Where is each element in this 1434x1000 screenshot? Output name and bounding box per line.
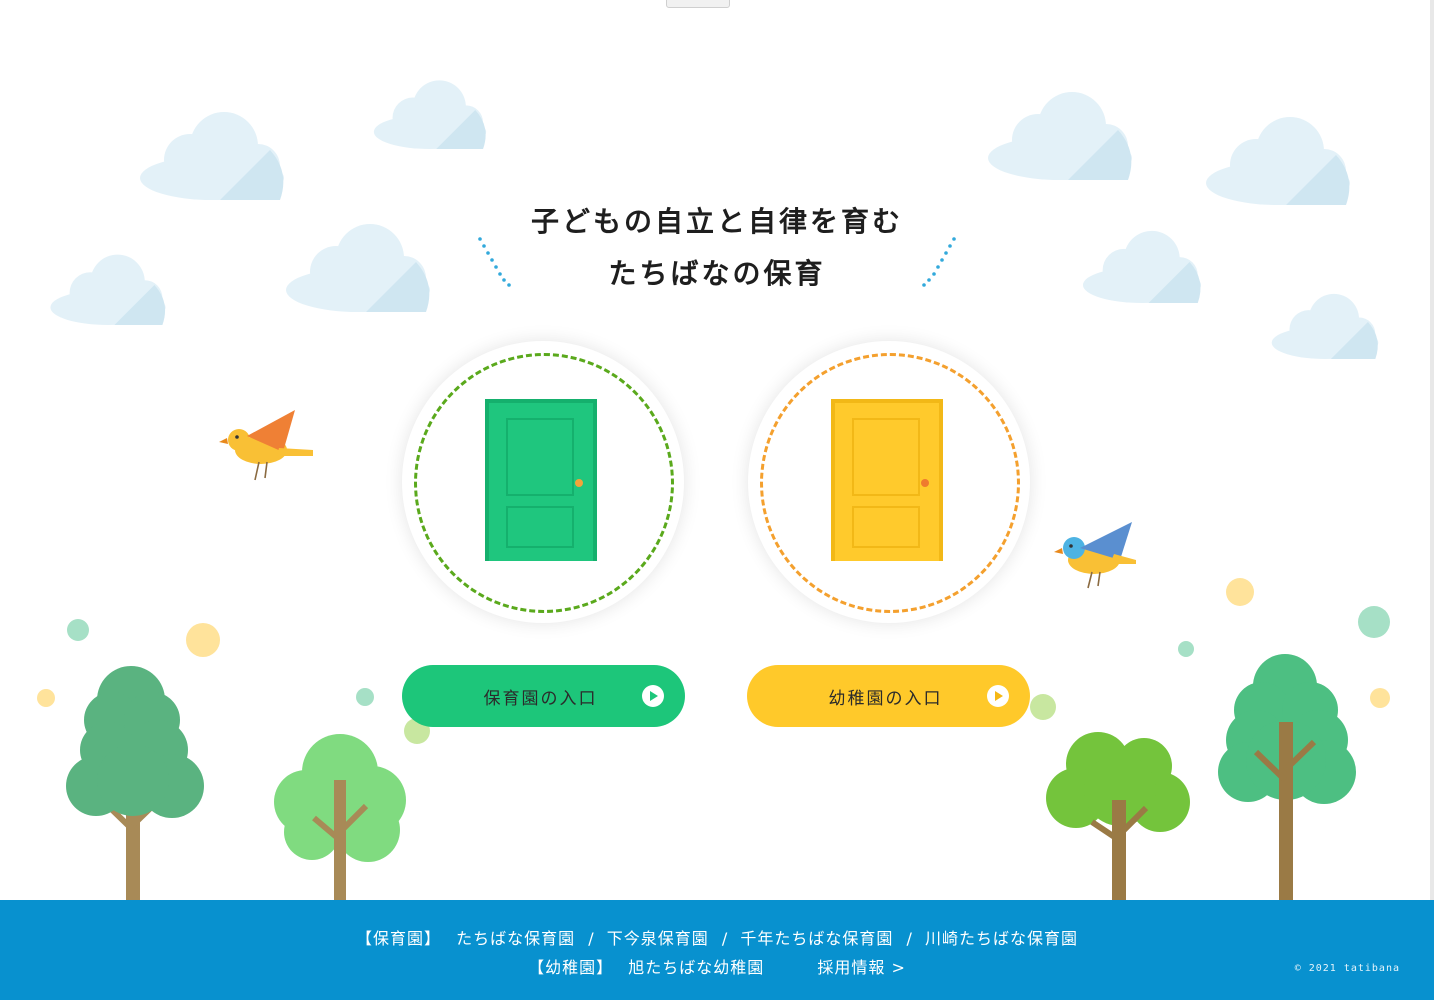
cloud-icon	[1082, 230, 1202, 303]
green-door-icon	[485, 399, 597, 561]
cloud-icon	[373, 80, 487, 149]
hero-scene: 子どもの自立と自律を育む たちばなの保育 保育園の入口 幼稚園の入口	[0, 0, 1434, 900]
cloud-icon	[1271, 293, 1379, 359]
footer-separator: /	[588, 929, 594, 948]
footer-link-sennen-nursery[interactable]: 千年たちばな保育園	[740, 929, 893, 948]
footer-kindergarten-row: 【幼稚園】 旭たちばな幼稚園 採用情報 >	[0, 954, 1434, 978]
play-circle-icon	[987, 685, 1009, 707]
footer-nursery-row: 【保育園】 たちばな保育園 / 下今泉保育園 / 千年たちばな保育園 / 川崎た…	[0, 925, 1434, 949]
play-circle-icon	[642, 685, 664, 707]
orange-bird-icon	[219, 410, 313, 481]
footer-separator: /	[721, 929, 728, 948]
cloud-icon	[988, 92, 1132, 180]
footer-link-kawasaki-nursery[interactable]: 川崎たちばな保育園	[925, 929, 1078, 948]
footer-link-asahi-kindergarten[interactable]: 旭たちばな幼稚園	[628, 958, 764, 977]
hero-title-line2: たちばなの保育	[608, 257, 826, 290]
hero-title: 子どもの自立と自律を育む たちばなの保育	[470, 196, 964, 300]
footer-kindergarten-category: 【幼稚園】	[528, 958, 614, 977]
cloud-icon	[286, 224, 430, 312]
cloud-icon	[50, 254, 166, 325]
cloud-icon	[140, 112, 284, 200]
footer-nursery-category: 【保育園】	[356, 929, 442, 948]
tree-icon	[1046, 732, 1190, 900]
kindergarten-entrance-label: 幼稚園の入口	[828, 688, 943, 709]
footer-separator: /	[906, 929, 912, 948]
nursery-entrance-button[interactable]: 保育園の入口	[402, 665, 685, 727]
nursery-entrance-label: 保育園の入口	[483, 688, 598, 709]
blue-bird-icon	[1054, 522, 1136, 589]
yellow-door-icon	[831, 399, 943, 561]
tree-icon	[66, 666, 204, 900]
footer-link-tachibana-nursery[interactable]: たちばな保育園	[456, 929, 575, 948]
kindergarten-door-circle[interactable]	[748, 341, 1030, 623]
tree-icon	[274, 734, 406, 900]
footer-link-recruit[interactable]: 採用情報 >	[817, 958, 906, 977]
nursery-door-circle[interactable]	[402, 341, 684, 623]
cloud-icon	[1206, 117, 1350, 205]
scenery	[37, 80, 1390, 900]
kindergarten-entrance-button[interactable]: 幼稚園の入口	[747, 665, 1030, 727]
footer: 【保育園】 たちばな保育園 / 下今泉保育園 / 千年たちばな保育園 / 川崎た…	[0, 900, 1434, 1000]
copyright: © 2021 tatibana	[1294, 963, 1400, 974]
hero-title-line1: 子どもの自立と自律を育む	[530, 205, 903, 238]
footer-link-shimoimaizumi-nursery[interactable]: 下今泉保育園	[607, 929, 709, 948]
tree-icon	[1218, 654, 1356, 900]
